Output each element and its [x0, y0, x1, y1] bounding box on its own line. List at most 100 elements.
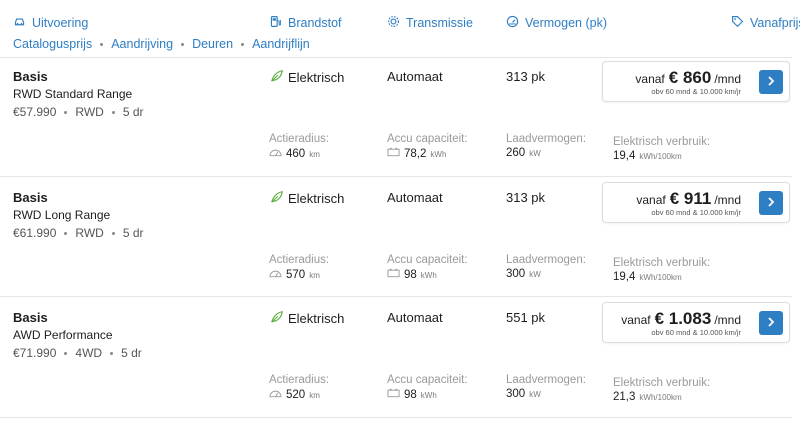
column-header-vanafprijs[interactable]: Vanafprijs — [731, 15, 800, 31]
charging-label: Laadvermogen: — [506, 133, 586, 145]
catalog-price: €57.990 — [13, 105, 57, 119]
consumption-value: 19,4 kWh/100km — [613, 150, 682, 162]
consumption-value: 21,3 kWh/100km — [613, 391, 682, 403]
version-row: Basis RWD Long Range €61.990 RWD 5 dr El… — [0, 182, 792, 310]
sort-link-deuren[interactable]: Deuren — [192, 37, 233, 51]
power: 313 pk — [506, 69, 546, 84]
version-variant: AWD Performance — [13, 328, 113, 342]
version-meta: €71.990 4WD 5 dr — [13, 346, 142, 360]
details-button[interactable] — [759, 311, 783, 335]
battery-value: 98 kWh — [387, 268, 437, 281]
consumption-number: 19,4 — [613, 271, 636, 283]
price-suffix: /mnd — [714, 72, 741, 86]
range-value: 460 km — [269, 147, 320, 160]
gear-icon — [387, 15, 400, 31]
consumption-number: 21,3 — [613, 391, 636, 403]
sort-link-aandrijflijn[interactable]: Aandrijflijn — [252, 37, 310, 51]
range-unit: km — [309, 150, 320, 159]
column-header-label: Vanafprijs — [750, 16, 800, 30]
column-header-uitvoering[interactable]: Uitvoering — [13, 15, 88, 31]
price-note: obv 60 mnd & 10.000 km/jr — [651, 208, 741, 217]
consumption-label: Elektrisch verbruik: — [613, 136, 711, 148]
version-name: Basis — [13, 190, 48, 205]
version-variant: RWD Standard Range — [13, 87, 133, 101]
range-unit: km — [309, 391, 320, 400]
battery-label: Accu capaciteit: — [387, 133, 468, 145]
sort-link-catalogusprijs[interactable]: Catalogusprijs — [13, 37, 92, 51]
price-card[interactable]: vanaf € 860 /mnd obv 60 mnd & 10.000 km/… — [602, 61, 790, 102]
fuel-label: Elektrisch — [288, 70, 345, 85]
version-variant: RWD Long Range — [13, 208, 111, 222]
battery-label: Accu capaciteit: — [387, 254, 468, 266]
consumption-unit: kWh/100km — [639, 152, 682, 161]
column-header-vermogen[interactable]: Vermogen (pk) — [506, 15, 607, 31]
battery-number: 78,2 — [404, 148, 427, 160]
version-meta: €61.990 RWD 5 dr — [13, 226, 144, 240]
price-card[interactable]: vanaf € 911 /mnd obv 60 mnd & 10.000 km/… — [602, 182, 790, 223]
range-number: 460 — [286, 148, 306, 160]
battery-unit: kWh — [430, 150, 447, 159]
range-number: 520 — [286, 389, 306, 401]
price-prefix: vanaf — [621, 313, 651, 327]
battery-value: 98 kWh — [387, 388, 437, 401]
column-header-transmissie[interactable]: Transmissie — [387, 15, 473, 31]
fuel-type: Elektrisch — [270, 69, 344, 86]
separator-dot — [181, 42, 185, 46]
charging-unit: kW — [529, 390, 541, 399]
charging-unit: kW — [529, 270, 541, 279]
column-header-brandstof[interactable]: Brandstof — [269, 15, 342, 31]
battery-unit: kWh — [420, 391, 437, 400]
battery-icon — [387, 147, 400, 160]
transmission: Automaat — [387, 190, 443, 205]
car-icon — [13, 15, 26, 31]
column-header-label: Uitvoering — [32, 16, 89, 30]
version-name: Basis — [13, 69, 48, 84]
sort-link-aandrijving[interactable]: Aandrijving — [111, 37, 173, 51]
price-amount: € 860 — [668, 68, 712, 87]
details-button[interactable] — [759, 191, 783, 215]
leaf-icon — [270, 69, 284, 86]
divider — [0, 296, 792, 297]
price-prefix: vanaf — [636, 193, 666, 207]
transmission: Automaat — [387, 310, 443, 325]
price-suffix: /mnd — [714, 193, 741, 207]
battery-number: 98 — [404, 389, 417, 401]
doors: 5 dr — [121, 346, 142, 360]
fuel-type: Elektrisch — [270, 310, 344, 327]
range-number: 570 — [286, 269, 306, 281]
battery-value: 78,2 kWh — [387, 147, 446, 160]
battery-icon — [387, 268, 400, 281]
column-header-label: Vermogen (pk) — [525, 16, 607, 30]
fuel-pump-icon — [269, 15, 282, 31]
divider — [0, 176, 792, 177]
fuel-label: Elektrisch — [288, 191, 345, 206]
divider — [0, 417, 792, 418]
leaf-icon — [270, 310, 284, 327]
chevron-right-icon — [766, 73, 776, 91]
divider — [0, 57, 792, 58]
consumption-unit: kWh/100km — [639, 273, 682, 282]
consumption-label: Elektrisch verbruik: — [613, 257, 711, 269]
drive-type: RWD — [75, 105, 104, 119]
charging-label: Laadvermogen: — [506, 254, 586, 266]
separator-dot — [111, 231, 115, 235]
price-card[interactable]: vanaf € 1.083 /mnd obv 60 mnd & 10.000 k… — [602, 302, 790, 343]
price-amount: € 1.083 — [654, 309, 712, 328]
separator-dot — [241, 42, 245, 46]
doors: 5 dr — [122, 226, 144, 240]
separator-dot — [64, 110, 68, 114]
power: 551 pk — [506, 310, 546, 325]
price-amount: € 911 — [669, 189, 712, 208]
drive-type: RWD — [75, 226, 104, 240]
version-meta: €57.990 RWD 5 dr — [13, 105, 144, 119]
gauge-icon — [269, 388, 282, 401]
battery-icon — [387, 388, 400, 401]
drive-type: 4WD — [75, 346, 103, 360]
charging-label: Laadvermogen: — [506, 374, 586, 386]
price-note: obv 60 mnd & 10.000 km/jr — [651, 328, 741, 337]
range-value: 520 km — [269, 388, 320, 401]
range-value: 570 km — [269, 268, 320, 281]
monthly-price: vanaf € 911 /mnd — [636, 189, 741, 209]
consumption-unit: kWh/100km — [639, 393, 682, 402]
details-button[interactable] — [759, 70, 783, 94]
